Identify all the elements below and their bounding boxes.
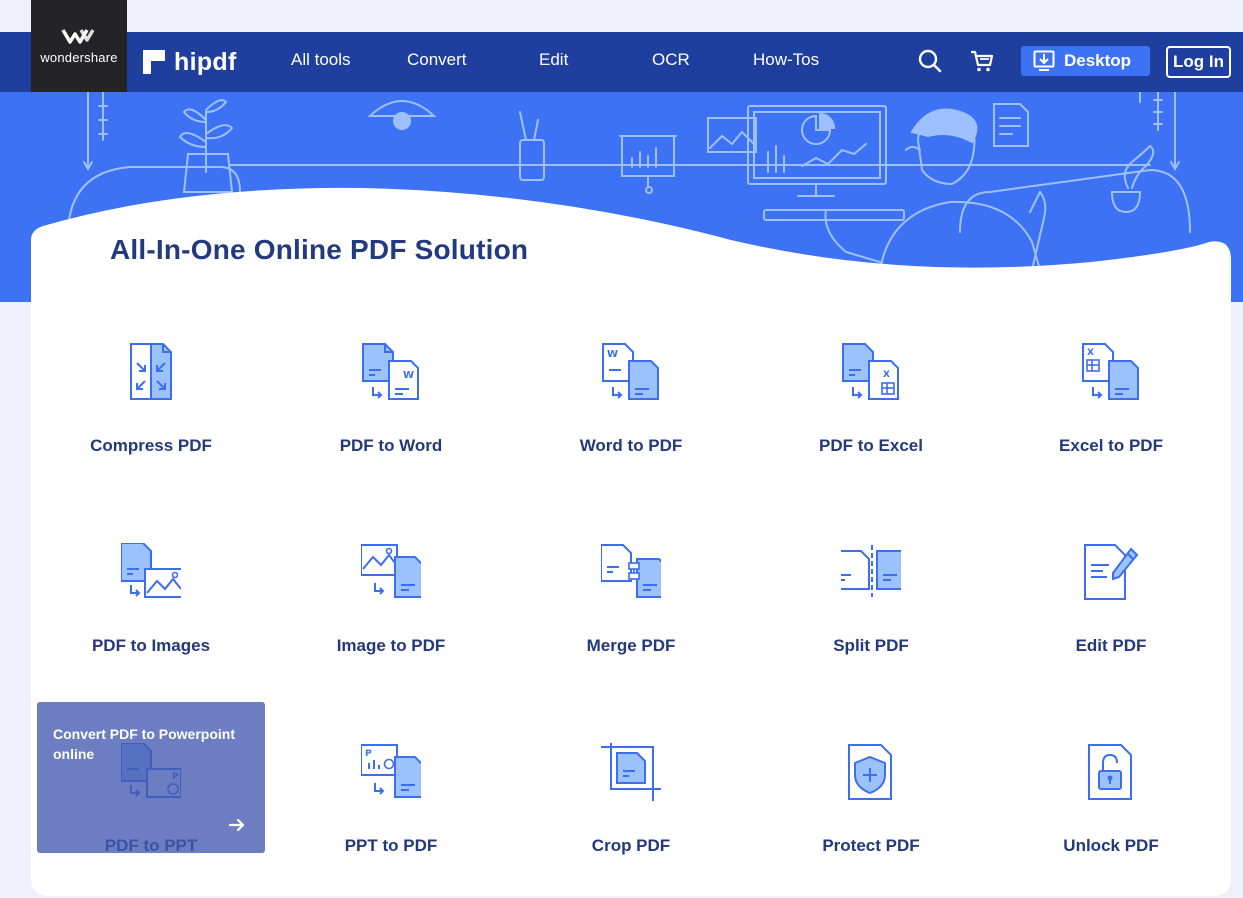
tool-label: Compress PDF: [90, 436, 212, 455]
tool-label: PPT to PDF: [344, 836, 438, 855]
desktop-button[interactable]: Desktop: [1021, 46, 1150, 76]
svg-text:X: X: [883, 370, 890, 380]
product-name: hipdf: [174, 47, 237, 76]
download-desktop-icon: [1033, 50, 1055, 71]
hipdf-logo-icon: [143, 50, 165, 74]
tool-label: Split PDF: [833, 636, 909, 655]
tool-hover-tooltip[interactable]: Convert PDF to Powerpoint online: [37, 702, 265, 853]
tool-label: PDF to Images: [91, 636, 211, 655]
login-button[interactable]: Log In: [1166, 46, 1231, 78]
svg-text:P: P: [365, 749, 372, 759]
tool-label: Excel to PDF: [1059, 436, 1163, 455]
split-pdf-icon: [841, 545, 901, 597]
search-icon[interactable]: [917, 48, 943, 74]
tool-split-pdf[interactable]: Split PDF: [771, 543, 971, 683]
wondershare-logo-icon: [61, 29, 95, 44]
unlock-pdf-icon: [1088, 744, 1132, 800]
desktop-label: Desktop: [1064, 51, 1132, 70]
company-name: wondershare: [40, 50, 118, 65]
tool-edit-pdf[interactable]: Edit PDF: [1011, 543, 1211, 683]
nav-how-tos[interactable]: How-Tos: [753, 50, 819, 70]
svg-text:W: W: [403, 370, 414, 381]
pdf-to-word-icon: W: [362, 343, 419, 400]
compress-pdf-icon: [130, 343, 172, 400]
wondershare-logo[interactable]: wondershare: [31, 0, 127, 92]
tool-pdf-to-word[interactable]: W PDF to Word: [291, 343, 491, 483]
tool-image-to-pdf[interactable]: Image to PDF: [291, 543, 491, 683]
tool-excel-to-pdf[interactable]: X Excel to PDF: [1011, 343, 1211, 483]
tool-label: Image to PDF: [336, 636, 446, 655]
tool-unlock-pdf[interactable]: Unlock PDF: [1011, 743, 1211, 883]
tool-pdf-to-images[interactable]: PDF to Images: [51, 543, 251, 683]
cart-icon[interactable]: [969, 48, 995, 74]
protect-pdf-icon: [848, 744, 892, 800]
pdf-to-images-icon: [121, 543, 181, 598]
tool-protect-pdf[interactable]: Protect PDF: [771, 743, 971, 883]
nav-ocr[interactable]: OCR: [652, 50, 690, 70]
nav-convert[interactable]: Convert: [407, 50, 467, 70]
merge-pdf-icon: [601, 544, 661, 598]
tool-label: PDF to Word: [339, 436, 443, 455]
excel-to-pdf-icon: X: [1082, 343, 1139, 400]
tool-pdf-to-excel[interactable]: X PDF to Excel: [771, 343, 971, 483]
pdf-to-excel-icon: X: [842, 343, 899, 400]
tool-compress-pdf[interactable]: Compress PDF: [51, 343, 251, 483]
tool-label: PDF to Excel: [819, 436, 923, 455]
top-strip: [0, 0, 1243, 32]
tool-ppt-to-pdf[interactable]: P PPT to PDF: [291, 743, 491, 883]
top-navbar: hipdf All tools Convert Edit OCR How-Tos…: [0, 32, 1243, 92]
nav-edit[interactable]: Edit: [539, 50, 568, 70]
tool-label: Protect PDF: [822, 836, 920, 855]
tool-label: Crop PDF: [591, 836, 671, 855]
tool-crop-pdf[interactable]: Crop PDF: [531, 743, 731, 883]
edit-pdf-icon: [1084, 544, 1139, 600]
tool-word-to-pdf[interactable]: W Word to PDF: [531, 343, 731, 483]
word-to-pdf-icon: W: [602, 343, 659, 400]
page-headline: All-In-One Online PDF Solution: [110, 234, 529, 265]
ppt-to-pdf-icon: P: [361, 744, 421, 798]
tool-label: Word to PDF: [579, 436, 683, 455]
image-to-pdf-icon: [361, 544, 421, 598]
tooltip-text: Convert PDF to Powerpoint online: [53, 726, 235, 762]
svg-text:X: X: [1087, 348, 1094, 358]
hipdf-logo[interactable]: hipdf: [143, 46, 237, 78]
arrow-right-icon[interactable]: [227, 815, 247, 835]
tool-label: Merge PDF: [586, 636, 676, 655]
svg-text:W: W: [607, 349, 618, 360]
tool-merge-pdf[interactable]: Merge PDF: [531, 543, 731, 683]
tool-label: Unlock PDF: [1063, 836, 1159, 855]
tool-label: Edit PDF: [1075, 636, 1147, 655]
crop-pdf-icon: [601, 743, 661, 801]
nav-all-tools[interactable]: All tools: [291, 50, 351, 70]
